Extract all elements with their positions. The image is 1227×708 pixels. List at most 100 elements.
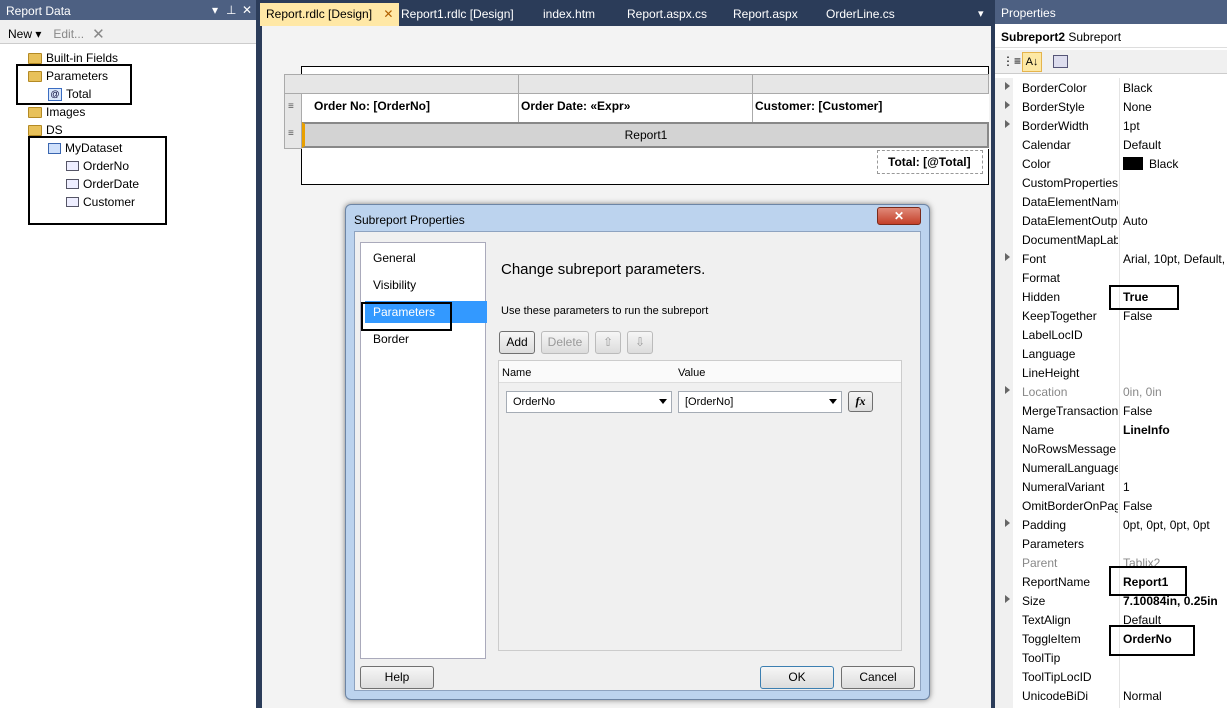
order-no-cell[interactable]: Order No: [OrderNo] — [314, 99, 430, 113]
help-button[interactable]: Help — [360, 666, 434, 689]
nav-general[interactable]: General — [365, 247, 487, 269]
subreport[interactable]: Report1 — [302, 122, 989, 148]
move-up-icon[interactable]: ⇧ — [595, 331, 621, 354]
tree-images[interactable]: Images — [28, 103, 85, 121]
param-name-combo[interactable]: OrderNo — [506, 391, 672, 413]
property-row[interactable]: ToolTipLocID — [995, 667, 1227, 686]
property-row[interactable]: MergeTransactions False — [995, 401, 1227, 420]
property-row[interactable]: UnicodeBiDi Normal — [995, 686, 1227, 705]
tab-report-aspx[interactable]: Report.aspx — [727, 3, 804, 26]
expand-icon[interactable] — [1005, 519, 1010, 527]
property-value[interactable]: 0in, 0in — [1123, 385, 1227, 399]
property-row[interactable]: Language — [995, 344, 1227, 363]
property-pages-icon[interactable] — [1053, 55, 1068, 68]
property-value[interactable]: Default — [1123, 138, 1227, 152]
property-row[interactable]: NumeralLanguage — [995, 458, 1227, 477]
property-row[interactable]: NumeralVariant 1 — [995, 477, 1227, 496]
property-name: OmitBorderOnPageBreak — [1022, 499, 1118, 513]
property-name: NumeralLanguage — [1022, 461, 1118, 475]
property-row[interactable]: NoRowsMessage — [995, 439, 1227, 458]
nav-visibility[interactable]: Visibility — [365, 274, 487, 296]
property-value[interactable]: 0pt, 0pt, 0pt, 0pt — [1123, 518, 1227, 532]
property-row[interactable]: BorderStyle None — [995, 97, 1227, 116]
property-value[interactable]: Black — [1123, 81, 1227, 95]
property-value[interactable]: 7.10084in, 0.25in — [1123, 594, 1227, 608]
folder-icon — [28, 106, 42, 118]
property-value[interactable]: False — [1123, 404, 1227, 418]
tab-report1-design[interactable]: Report1.rdlc [Design] — [395, 3, 520, 26]
property-row[interactable]: DataElementOutput Auto — [995, 211, 1227, 230]
property-name: Padding — [1022, 518, 1067, 532]
param-value-combo[interactable]: [OrderNo] — [678, 391, 842, 413]
property-value[interactable]: Normal — [1123, 689, 1227, 703]
property-row[interactable]: LabelLocID — [995, 325, 1227, 344]
property-row[interactable]: OmitBorderOnPageBreak False — [995, 496, 1227, 515]
highlight-box — [1109, 285, 1179, 310]
expression-fx-button[interactable]: fx — [848, 391, 873, 412]
property-row[interactable]: Location 0in, 0in — [995, 382, 1227, 401]
property-row[interactable]: Calendar Default — [995, 135, 1227, 154]
property-value[interactable]: False — [1123, 309, 1227, 323]
tab-report-design[interactable]: Report.rdlc [Design] ✕ — [260, 3, 400, 26]
move-down-icon[interactable]: ⇩ — [627, 331, 653, 354]
property-value[interactable]: Arial, 10pt, Default, — [1123, 252, 1227, 266]
expand-icon[interactable] — [1005, 101, 1010, 109]
delete-icon[interactable]: ✕ — [92, 25, 105, 43]
property-row[interactable]: DocumentMapLabel — [995, 230, 1227, 249]
property-row[interactable]: LineHeight — [995, 363, 1227, 382]
property-name: DataElementName — [1022, 195, 1118, 209]
alphabetical-sort-icon[interactable]: A↓ — [1022, 52, 1042, 72]
add-button[interactable]: Add — [499, 331, 535, 354]
tab-index[interactable]: index.htm — [537, 3, 601, 26]
property-value[interactable]: 1 — [1123, 480, 1227, 494]
pin-icon[interactable]: ⊥ — [226, 3, 236, 17]
ok-button[interactable]: OK — [760, 666, 834, 689]
tab-report-aspx-cs[interactable]: Report.aspx.cs — [621, 3, 713, 26]
property-value[interactable]: 1pt — [1123, 119, 1227, 133]
dropdown-icon[interactable]: ▾ — [212, 3, 218, 17]
nav-border[interactable]: Border — [365, 328, 487, 350]
property-row[interactable]: CustomProperties — [995, 173, 1227, 192]
delete-button[interactable]: Delete — [541, 331, 589, 354]
property-name: ToggleItem — [1022, 632, 1081, 646]
property-name: BorderWidth — [1022, 119, 1089, 133]
tab-orderline[interactable]: OrderLine.cs — [820, 3, 901, 26]
object-type: Subreport — [1068, 30, 1122, 44]
property-value[interactable]: False — [1123, 499, 1227, 513]
property-value[interactable]: Auto — [1123, 214, 1227, 228]
expand-icon[interactable] — [1005, 120, 1010, 128]
cancel-button[interactable]: Cancel — [841, 666, 915, 689]
customer-cell[interactable]: Customer: [Customer] — [755, 99, 882, 113]
total-textbox[interactable]: Total: [@Total] — [877, 150, 983, 174]
new-button[interactable]: New ▾ — [8, 27, 41, 41]
order-date-cell[interactable]: Order Date: «Expr» — [521, 99, 630, 113]
property-row[interactable]: BorderColor Black — [995, 78, 1227, 97]
property-row[interactable]: DataElementName — [995, 192, 1227, 211]
edit-button[interactable]: Edit... — [53, 27, 84, 41]
expand-icon[interactable] — [1005, 82, 1010, 90]
col-name-header: Name — [502, 367, 532, 379]
categorized-icon[interactable]: ⋮≡ — [1002, 54, 1021, 68]
close-tab-icon[interactable]: ✕ — [383, 7, 393, 21]
subreport-properties-dialog: Subreport Properties ✕ General Visibilit… — [345, 204, 930, 700]
property-name: BorderStyle — [1022, 100, 1085, 114]
highlight-box — [361, 302, 452, 331]
property-row[interactable]: Padding 0pt, 0pt, 0pt, 0pt — [995, 515, 1227, 534]
close-icon[interactable]: ✕ — [242, 3, 252, 17]
instruction-text: Use these parameters to run the subrepor… — [501, 305, 709, 317]
tab-overflow-icon[interactable]: ▾ — [972, 3, 990, 26]
tablix[interactable]: ≡ ≡ Order No: [OrderNo] Order Date: «Exp… — [284, 74, 989, 149]
expand-icon[interactable] — [1005, 595, 1010, 603]
property-value[interactable]: Black — [1123, 157, 1227, 171]
object-selector[interactable]: Subreport2 Subreport — [995, 26, 1227, 48]
property-value[interactable]: None — [1123, 100, 1227, 114]
property-row[interactable]: Parameters — [995, 534, 1227, 553]
property-value[interactable]: LineInfo — [1123, 423, 1227, 437]
close-icon[interactable]: ✕ — [877, 207, 921, 225]
property-row[interactable]: Color Black — [995, 154, 1227, 173]
property-row[interactable]: BorderWidth 1pt — [995, 116, 1227, 135]
expand-icon[interactable] — [1005, 253, 1010, 261]
property-row[interactable]: Font Arial, 10pt, Default, — [995, 249, 1227, 268]
property-row[interactable]: Name LineInfo — [995, 420, 1227, 439]
expand-icon[interactable] — [1005, 386, 1010, 394]
